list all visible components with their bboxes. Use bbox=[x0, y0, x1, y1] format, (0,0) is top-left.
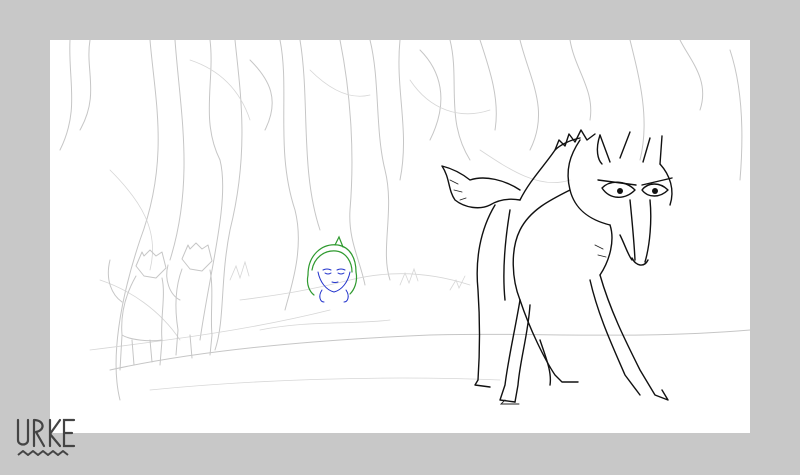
drawing-canvas bbox=[50, 40, 750, 433]
urke-signature-logo bbox=[16, 418, 76, 456]
artist-logo bbox=[14, 414, 78, 462]
zigzag-underline-icon bbox=[17, 450, 69, 456]
girl-head-drawing bbox=[306, 235, 358, 303]
foreground-wolf-lineart bbox=[441, 129, 673, 405]
scene-artwork bbox=[59, 40, 750, 405]
forest-trees-sketch bbox=[59, 40, 750, 401]
background-wolves-sketch bbox=[107, 242, 213, 371]
